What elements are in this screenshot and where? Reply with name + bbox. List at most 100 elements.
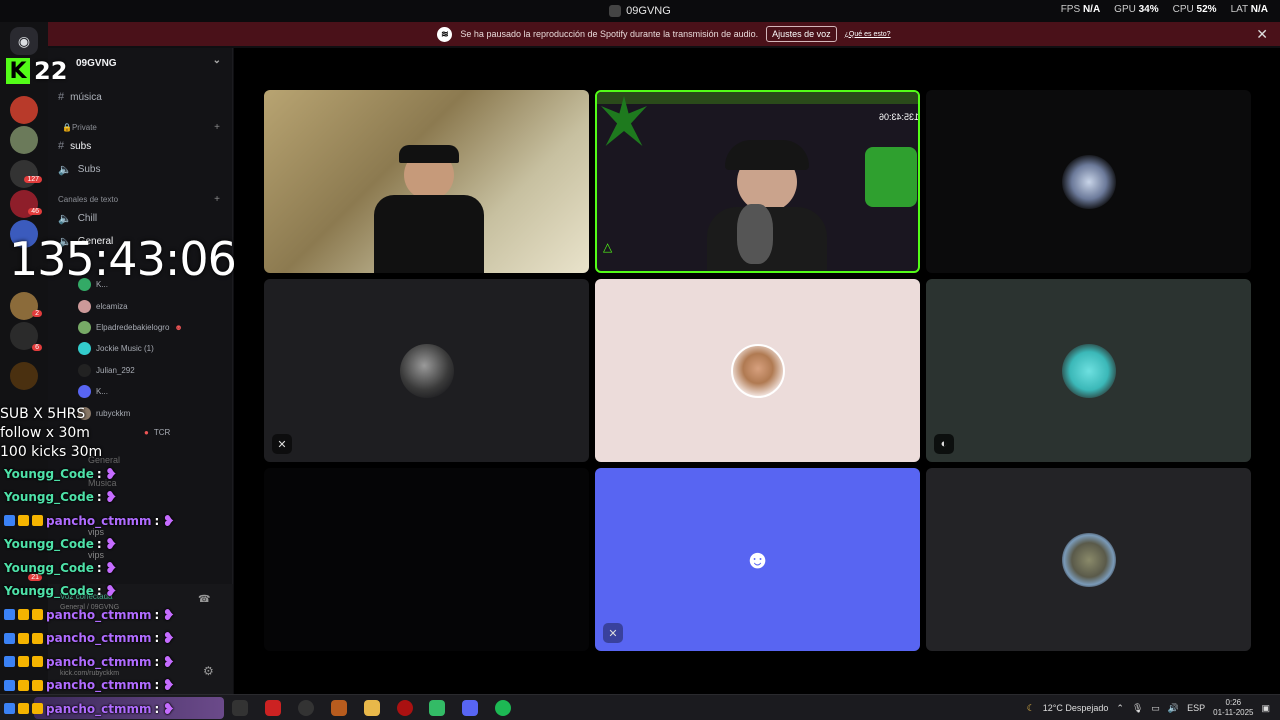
video-tile-1[interactable]: [264, 90, 589, 273]
chat-badge-icon: [18, 632, 29, 644]
chat-badge-icon: [18, 656, 29, 668]
headphones-icon: ◐: [934, 434, 954, 454]
voice-tile-4[interactable]: ✕: [264, 279, 589, 462]
chat-badge-icon: [18, 679, 29, 691]
voice-user[interactable]: K...: [78, 385, 108, 398]
window-title-text: 09GVNG: [626, 5, 671, 17]
voice-user[interactable]: Julian_292: [78, 364, 135, 377]
chat-badge-icon: [32, 609, 43, 621]
notice-text: Se ha pausado la reproducción de Spotify…: [460, 29, 759, 39]
add-channel-icon[interactable]: +: [214, 194, 220, 205]
kick-viewer-count: 22: [34, 57, 68, 85]
app-icon[interactable]: [331, 700, 347, 716]
chat-badge-icon: [4, 679, 15, 691]
add-channel-icon[interactable]: +: [214, 122, 220, 133]
discord-logo-icon: ☻: [743, 544, 772, 574]
chat-badge-icon: [32, 632, 43, 644]
close-icon[interactable]: ✕: [1256, 26, 1268, 43]
volume-icon[interactable]: 🔊: [1168, 703, 1179, 714]
subathon-timer: 135:43:06: [9, 232, 237, 286]
voice-user[interactable]: Jockie Music (1): [78, 342, 154, 355]
channel-musica[interactable]: # música: [58, 91, 102, 103]
voice-tile-9[interactable]: [926, 468, 1251, 651]
chat-message: pancho_ctmmm : ❥: [4, 674, 175, 698]
chat-username: pancho_ctmmm: [46, 654, 152, 669]
discord-taskbar-icon[interactable]: [462, 700, 478, 716]
heart-emote-icon: ❥: [104, 535, 118, 554]
voice-user[interactable]: Elpadredebakielogro ☻: [78, 321, 183, 334]
notification-icon[interactable]: ▣: [1261, 703, 1270, 714]
green-cup: [865, 147, 917, 207]
speaker-icon: 🔈: [58, 164, 72, 176]
heart-emote-icon: ❥: [104, 464, 118, 483]
cap: [399, 145, 459, 163]
avatar: [78, 321, 91, 334]
hood: [725, 140, 809, 170]
microphone: [737, 204, 773, 264]
chat-separator: :: [96, 584, 102, 599]
server-icon-1[interactable]: [10, 96, 38, 124]
microphone-icon[interactable]: 🎙: [1132, 703, 1143, 714]
task-view-icon[interactable]: [232, 700, 248, 716]
avatar: [78, 385, 91, 398]
voice-settings-button[interactable]: Ajustes de voz: [766, 26, 837, 42]
chat-separator: :: [154, 631, 160, 646]
heart-emote-icon: ❥: [162, 605, 175, 624]
perf-lat: LAT N/A: [1230, 4, 1268, 15]
voice-stage: 135:43:06 △ ✕ ◐ ☻ ✕: [234, 48, 1280, 694]
chat-separator: :: [154, 513, 160, 528]
chat-badge-icon: [4, 609, 15, 621]
chat-message: Youngg_Code : ❥: [4, 486, 175, 510]
chat-username: pancho_ctmmm: [46, 631, 152, 646]
whats-this-link[interactable]: ¿Qué es esto?: [845, 31, 891, 38]
chevron-up-icon[interactable]: ⌃: [1116, 703, 1124, 714]
video-tile-7[interactable]: [264, 468, 589, 651]
obs-icon[interactable]: [298, 700, 314, 716]
server-icon-2[interactable]: [10, 126, 38, 154]
chat-message: pancho_ctmmm : ❥: [4, 697, 175, 720]
voice-tile-5[interactable]: [595, 279, 920, 462]
chat-username: pancho_ctmmm: [46, 678, 152, 693]
title-bar: 09GVNG FPS N/A GPU 34% CPU 52% LAT N/A: [0, 0, 1280, 22]
server-icon-8[interactable]: [10, 362, 38, 390]
server-name-header[interactable]: 09GVNG ⌄: [48, 54, 233, 72]
category-text-channels[interactable]: Canales de texto: [58, 195, 118, 204]
heart-emote-icon: ❥: [104, 582, 118, 601]
channel-subs[interactable]: # subs: [58, 140, 91, 152]
avatar: [399, 343, 454, 398]
app-icon[interactable]: [429, 700, 445, 716]
app-icon[interactable]: [397, 700, 413, 716]
spotify-taskbar-icon[interactable]: [495, 700, 511, 716]
kick-follower-widget: K 22: [6, 57, 67, 85]
spotify-icon: ≋: [437, 26, 453, 42]
category-private[interactable]: 🔒Private: [62, 123, 97, 132]
chat-message: Youngg_Code : ❥: [4, 533, 175, 557]
language-indicator[interactable]: ESP: [1187, 703, 1205, 713]
chat-message: Youngg_Code : ❥: [4, 556, 175, 580]
video-tile-stream[interactable]: 135:43:06 △: [595, 90, 920, 273]
gear-icon[interactable]: ⚙: [203, 664, 214, 678]
folder-icon[interactable]: [364, 700, 380, 716]
voice-tile-6[interactable]: ◐: [926, 279, 1251, 462]
chevron-down-icon[interactable]: ⌄: [213, 55, 221, 66]
video-tile-3[interactable]: [926, 90, 1251, 273]
chat-separator: :: [154, 701, 160, 716]
channel-subs-voice[interactable]: 🔈 Subs: [58, 163, 101, 176]
opera-icon[interactable]: [265, 700, 281, 716]
triangle-icon: △: [603, 240, 613, 254]
voice-tile-8[interactable]: ☻ ✕: [595, 468, 920, 651]
network-icon[interactable]: ▭: [1151, 703, 1160, 714]
goal-line: 100 kicks 30m: [0, 444, 103, 460]
chat-message: pancho_ctmmm : ❥: [4, 650, 175, 674]
voice-user[interactable]: elcamiza: [78, 300, 128, 313]
windows-taskbar: ☾ 12°C Despejado ⌃ 🎙 ▭ 🔊 ESP 0:26 01-11-2…: [0, 694, 1280, 720]
weather-text[interactable]: 12°C Despejado: [1043, 703, 1109, 713]
server-icon-3[interactable]: [10, 160, 38, 188]
disconnect-icon[interactable]: ☎: [198, 594, 210, 605]
channel-chill[interactable]: 🔈 Chill: [58, 212, 97, 225]
discord-home-icon[interactable]: ◉: [10, 27, 38, 55]
unread-badge: 46: [28, 208, 42, 215]
clock[interactable]: 0:26 01-11-2025: [1213, 698, 1253, 718]
stream-top-bar: [597, 92, 918, 104]
chat-separator: :: [154, 654, 160, 669]
